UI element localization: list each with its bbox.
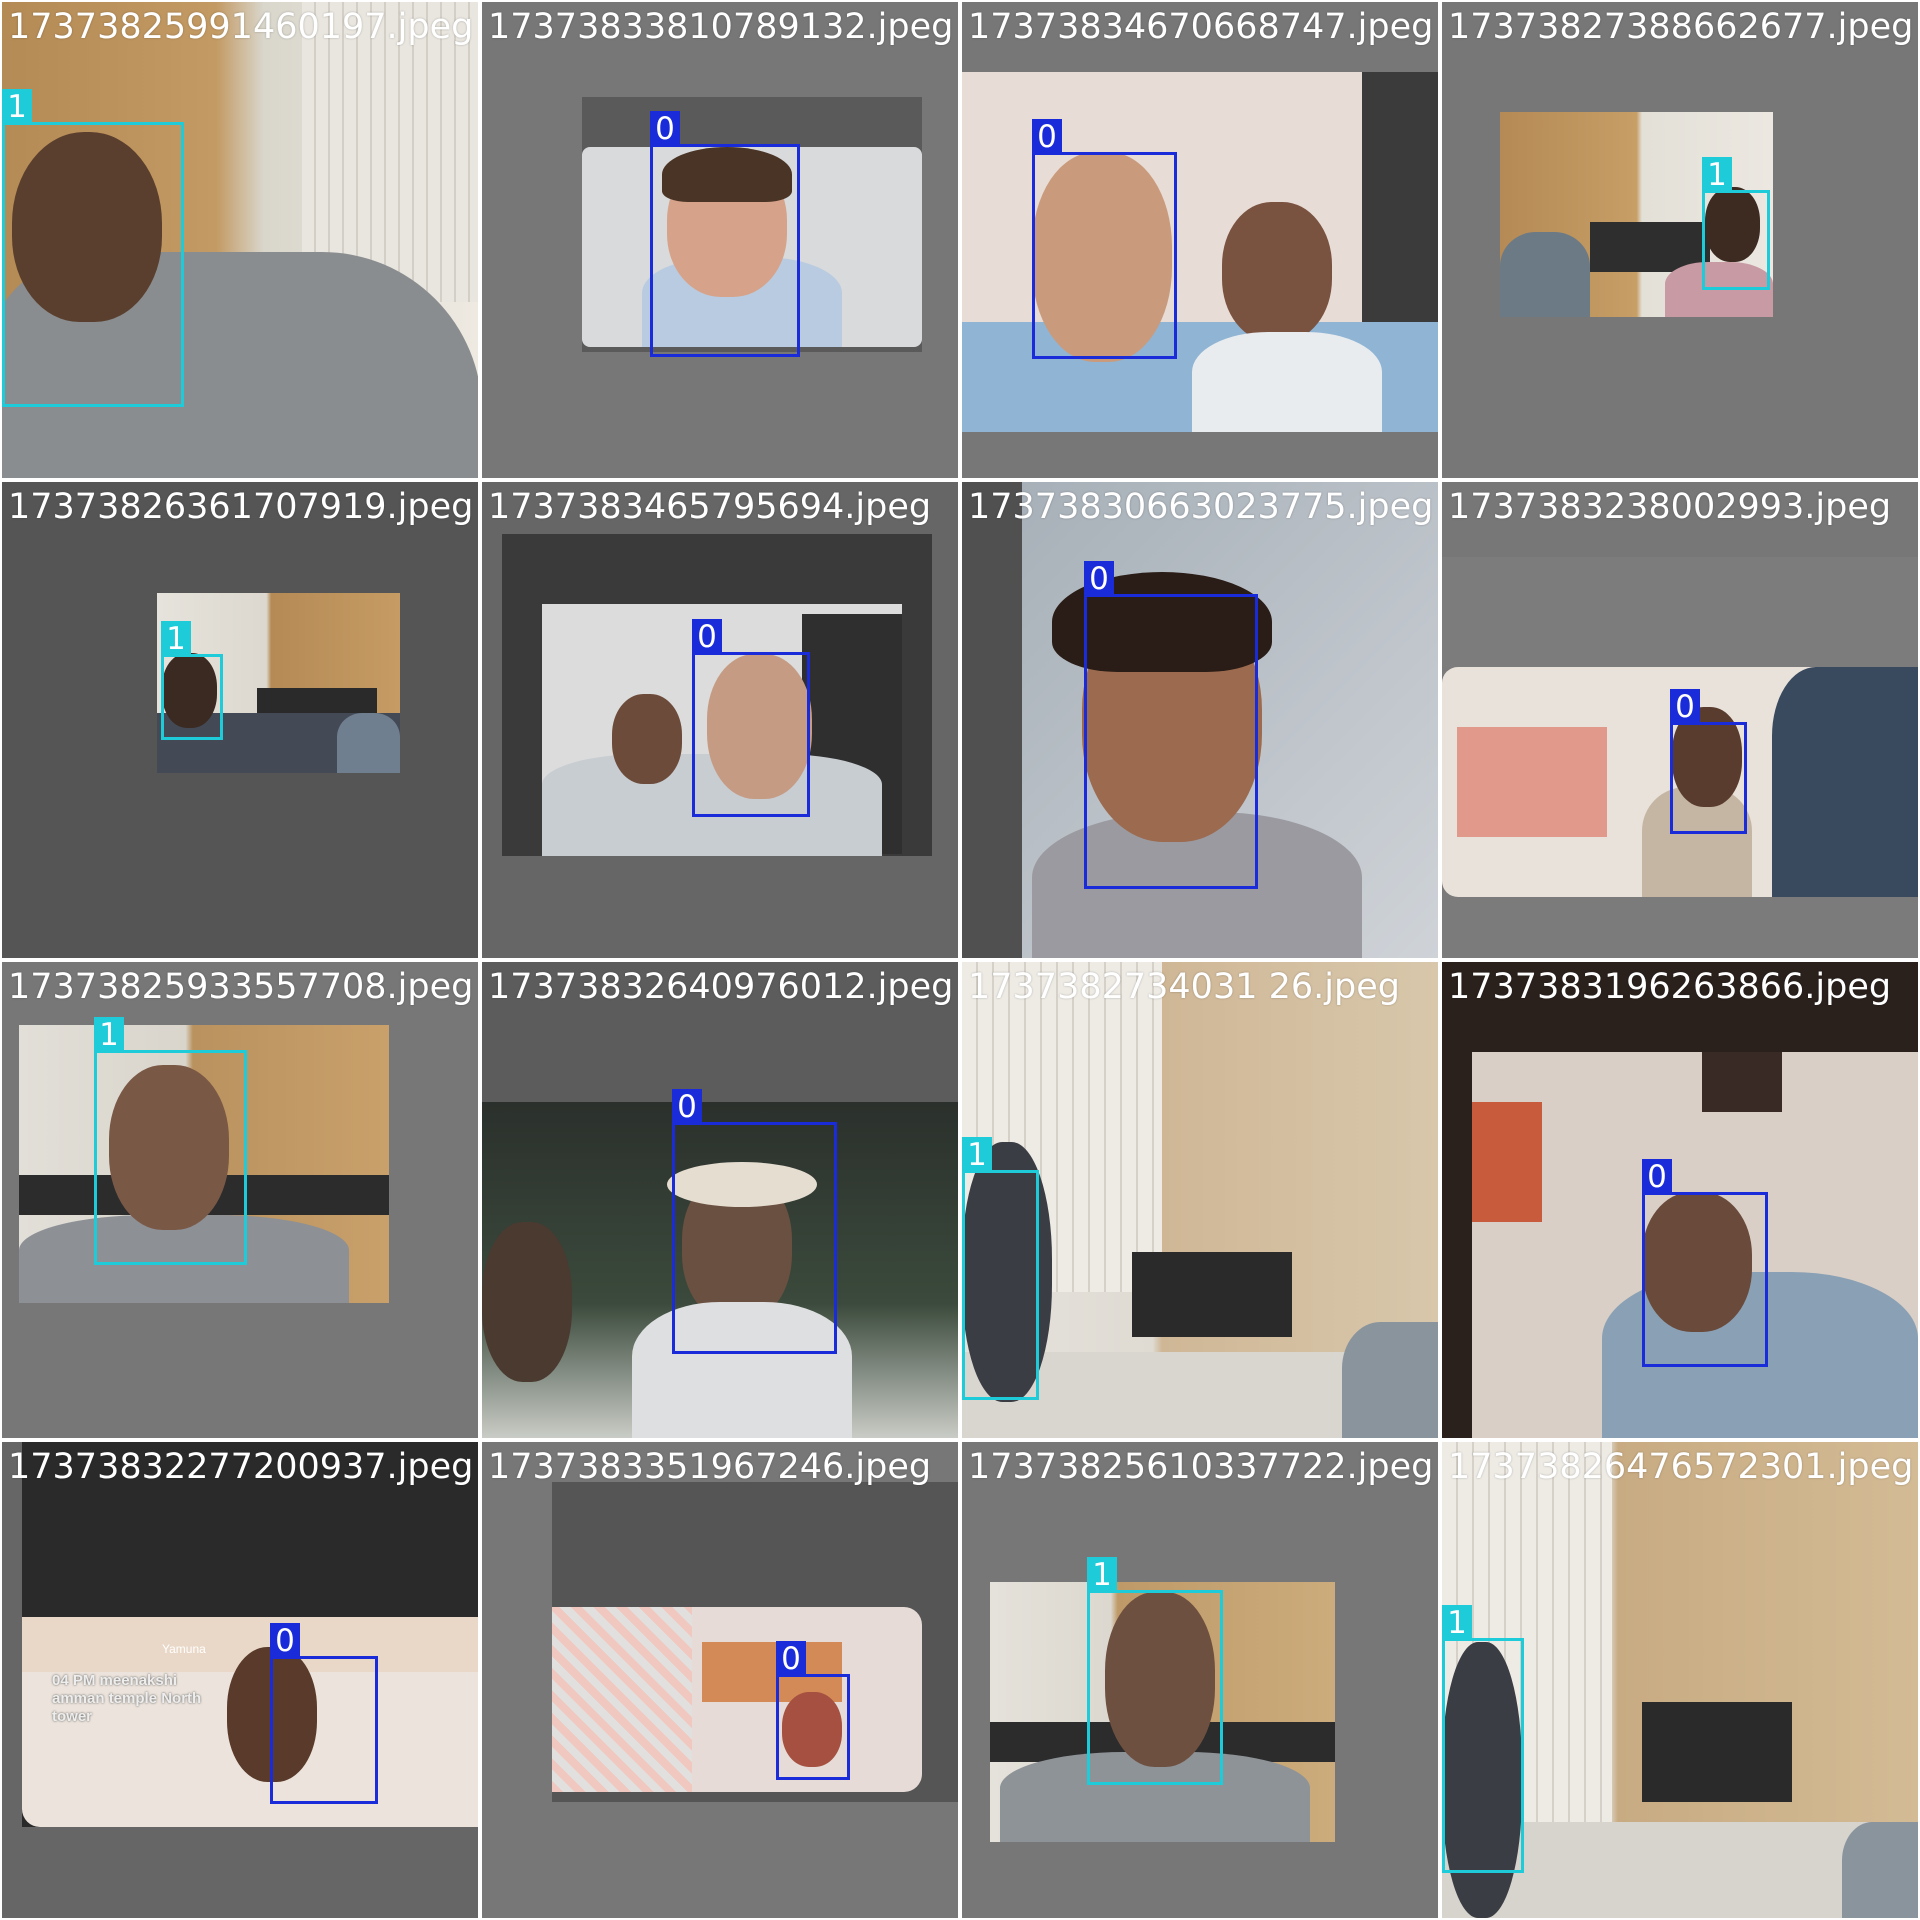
filename-label: 17373825933557708.jpeg bbox=[8, 967, 474, 1007]
face-bounding-box[interactable]: 0 bbox=[692, 619, 810, 817]
face-bounding-box[interactable]: 0 bbox=[1032, 119, 1177, 359]
class-label: 1 bbox=[1087, 1557, 1117, 1593]
face-bounding-box[interactable]: 1 bbox=[1087, 1557, 1223, 1785]
class-label: 0 bbox=[1032, 119, 1062, 155]
class-label: 0 bbox=[1670, 689, 1700, 725]
class-label: 0 bbox=[1084, 561, 1114, 597]
face-bounding-box[interactable]: 1 bbox=[962, 1137, 1039, 1400]
image-tile[interactable]: 04 PM meenakshi amman temple North tower… bbox=[2, 1442, 478, 1918]
image-tile[interactable]: 17373834670668747.jpeg 0 bbox=[962, 2, 1438, 478]
filename-label: 17373832277200937.jpeg bbox=[8, 1447, 474, 1487]
face-bounding-box[interactable]: 1 bbox=[1442, 1605, 1524, 1873]
face-bounding-box[interactable]: 1 bbox=[2, 89, 184, 407]
filename-label: 1737383351967246.jpeg bbox=[488, 1447, 932, 1487]
face-bounding-box[interactable]: 1 bbox=[161, 621, 223, 740]
face-bounding-box[interactable]: 0 bbox=[1670, 689, 1747, 834]
class-label: 0 bbox=[776, 1641, 806, 1677]
image-tile[interactable]: 17373825610337722.jpeg 1 bbox=[962, 1442, 1438, 1918]
filename-label: 1737383465795694.jpeg bbox=[488, 487, 932, 527]
photo: 04 PM meenakshi amman temple North tower… bbox=[22, 1442, 478, 1827]
face-bounding-box[interactable]: 1 bbox=[94, 1017, 247, 1265]
class-label: 1 bbox=[2, 89, 32, 125]
image-tile[interactable]: 1737383238002993.jpeg 0 bbox=[1442, 482, 1918, 958]
filename-label: 17373826476572301.jpeg bbox=[1448, 1447, 1914, 1487]
filename-label: 17373827388662677.jpeg bbox=[1448, 7, 1914, 47]
image-tile[interactable]: 17373825991460197.jpeg 1 bbox=[2, 2, 478, 478]
class-label: 0 bbox=[692, 619, 722, 655]
class-label: 0 bbox=[650, 111, 680, 147]
image-tile[interactable]: 1737382734031 26.jpeg 1 bbox=[962, 962, 1438, 1438]
image-tile[interactable]: 17373832640976012.jpeg 0 bbox=[482, 962, 958, 1438]
mosaic-grid: 17373825991460197.jpeg 1 173738338107891… bbox=[0, 0, 1920, 1920]
screen-overlay-text: 04 PM meenakshi amman temple North tower bbox=[52, 1672, 202, 1725]
image-tile[interactable]: 17373825933557708.jpeg 1 bbox=[2, 962, 478, 1438]
face-bounding-box[interactable]: 0 bbox=[1084, 561, 1258, 889]
filename-label: 17373833810789132.jpeg bbox=[488, 7, 954, 47]
filename-label: 17373830663023775.jpeg bbox=[968, 487, 1434, 527]
face-bounding-box[interactable]: 0 bbox=[650, 111, 800, 357]
class-label: 1 bbox=[94, 1017, 124, 1053]
screen-overlay-logo: Yamuna bbox=[162, 1642, 206, 1656]
face-bounding-box[interactable]: 0 bbox=[270, 1623, 378, 1804]
image-tile[interactable]: 17373830663023775.jpeg 0 bbox=[962, 482, 1438, 958]
filename-label: 17373825991460197.jpeg bbox=[8, 7, 474, 47]
class-label: 1 bbox=[962, 1137, 992, 1173]
filename-label: 1737382734031 26.jpeg bbox=[968, 967, 1400, 1007]
image-tile[interactable]: 17373826361707919.jpeg 1 bbox=[2, 482, 478, 958]
image-tile[interactable]: 1737383351967246.jpeg 0 bbox=[482, 1442, 958, 1918]
image-tile[interactable]: 1737383465795694.jpeg 0 bbox=[482, 482, 958, 958]
filename-label: 17373832640976012.jpeg bbox=[488, 967, 954, 1007]
filename-label: 17373825610337722.jpeg bbox=[968, 1447, 1434, 1487]
filename-label: 1737383196263866.jpeg bbox=[1448, 967, 1892, 1007]
photo bbox=[552, 1482, 958, 1802]
class-label: 1 bbox=[1702, 157, 1732, 193]
image-tile[interactable]: 17373826476572301.jpeg 1 bbox=[1442, 1442, 1918, 1918]
face-bounding-box[interactable]: 0 bbox=[1642, 1159, 1768, 1367]
face-bounding-box[interactable]: 0 bbox=[672, 1089, 837, 1354]
class-label: 0 bbox=[1642, 1159, 1672, 1195]
filename-label: 17373834670668747.jpeg bbox=[968, 7, 1434, 47]
class-label: 1 bbox=[1442, 1605, 1472, 1641]
image-tile[interactable]: 1737383196263866.jpeg 0 bbox=[1442, 962, 1918, 1438]
class-label: 0 bbox=[672, 1089, 702, 1125]
image-tile[interactable]: 17373833810789132.jpeg 0 bbox=[482, 2, 958, 478]
filename-label: 17373826361707919.jpeg bbox=[8, 487, 474, 527]
class-label: 0 bbox=[270, 1623, 300, 1659]
face-bounding-box[interactable]: 0 bbox=[776, 1641, 850, 1780]
image-tile[interactable]: 17373827388662677.jpeg 1 bbox=[1442, 2, 1918, 478]
filename-label: 1737383238002993.jpeg bbox=[1448, 487, 1892, 527]
face-bounding-box[interactable]: 1 bbox=[1702, 157, 1770, 290]
class-label: 1 bbox=[161, 621, 191, 657]
